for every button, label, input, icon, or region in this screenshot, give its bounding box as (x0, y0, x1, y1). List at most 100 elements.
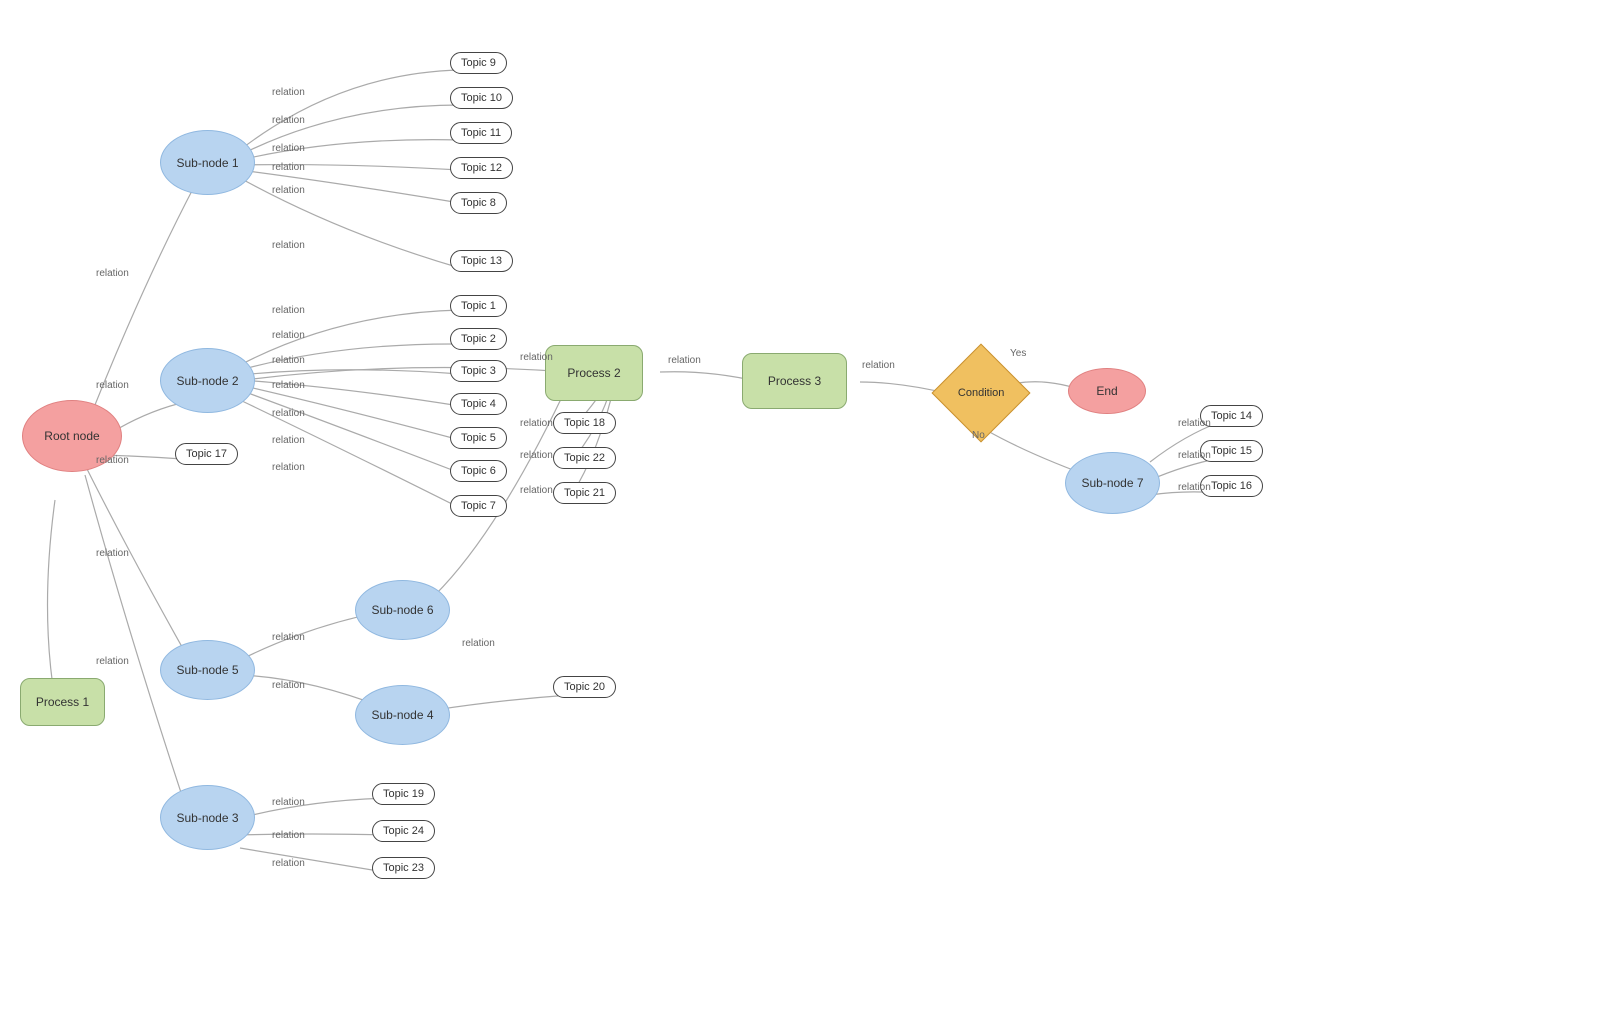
topic-17-label: Topic 17 (186, 448, 227, 460)
diagram: Root node Sub-node 1 Sub-node 2 Sub-node… (0, 0, 1624, 1015)
topic-1-label: Topic 1 (461, 300, 496, 312)
sub-node-2-label: Sub-node 2 (176, 374, 238, 388)
topic-19[interactable]: Topic 19 (372, 783, 435, 805)
topic-22[interactable]: Topic 22 (553, 447, 616, 469)
topic-10-label: Topic 10 (461, 92, 502, 104)
sub-node-5[interactable]: Sub-node 5 (160, 640, 255, 700)
process-3-label: Process 3 (768, 374, 821, 388)
sub-node-4[interactable]: Sub-node 4 (355, 685, 450, 745)
sub-node-1[interactable]: Sub-node 1 (160, 130, 255, 195)
edge-label-proc2-t21: relation (520, 485, 553, 496)
topic-2-label: Topic 2 (461, 333, 496, 345)
edge-label-root-sub2: relation (96, 380, 129, 391)
edge-label-sub5-sub6: relation (272, 632, 305, 643)
topic-12[interactable]: Topic 12 (450, 157, 513, 179)
topic-4[interactable]: Topic 4 (450, 393, 507, 415)
edge-label-sub1-t13: relation (272, 240, 305, 251)
process-1[interactable]: Process 1 (20, 678, 105, 726)
edge-label-sub2-t7: relation (272, 462, 305, 473)
topic-11[interactable]: Topic 11 (450, 122, 512, 144)
topic-10[interactable]: Topic 10 (450, 87, 513, 109)
sub-node-6[interactable]: Sub-node 6 (355, 580, 450, 640)
topic-8-label: Topic 8 (461, 197, 496, 209)
end-label: End (1096, 384, 1117, 398)
edge-label-sub3-t19: relation (272, 797, 305, 808)
topic-21[interactable]: Topic 21 (553, 482, 616, 504)
root-node-label: Root node (44, 429, 99, 443)
edge-label-sub4-t20: relation (462, 638, 495, 649)
topic-7-label: Topic 7 (461, 500, 496, 512)
topic-1[interactable]: Topic 1 (450, 295, 507, 317)
topic-23-label: Topic 23 (383, 862, 424, 874)
process-2[interactable]: Process 2 (545, 345, 643, 401)
edge-label-sub2-t6: relation (272, 435, 305, 446)
topic-13-label: Topic 13 (461, 255, 502, 267)
topic-21-label: Topic 21 (564, 487, 605, 499)
topic-5-label: Topic 5 (461, 432, 496, 444)
edge-label-root-sub1: relation (96, 268, 129, 279)
edge-label-sub1-t10: relation (272, 115, 305, 126)
topic-20[interactable]: Topic 20 (553, 676, 616, 698)
edge-label-sub1-t12: relation (272, 162, 305, 173)
topic-13[interactable]: Topic 13 (450, 250, 513, 272)
topic-5[interactable]: Topic 5 (450, 427, 507, 449)
topic-24-label: Topic 24 (383, 825, 424, 837)
sub-node-1-label: Sub-node 1 (176, 156, 238, 170)
topic-23[interactable]: Topic 23 (372, 857, 435, 879)
end-node[interactable]: End (1068, 368, 1146, 414)
process-3[interactable]: Process 3 (742, 353, 847, 409)
topic-19-label: Topic 19 (383, 788, 424, 800)
edge-label-root-sub5: relation (96, 548, 129, 559)
sub-node-2[interactable]: Sub-node 2 (160, 348, 255, 413)
condition-label: Condition (958, 387, 1004, 399)
topic-18[interactable]: Topic 18 (553, 412, 616, 434)
edge-label-proc3-cond: relation (862, 360, 895, 371)
topic-24[interactable]: Topic 24 (372, 820, 435, 842)
root-node[interactable]: Root node (22, 400, 122, 472)
topic-18-label: Topic 18 (564, 417, 605, 429)
edge-label-proc2-proc3: relation (668, 355, 701, 366)
topic-15[interactable]: Topic 15 (1200, 440, 1263, 462)
edge-label-sub3-t23: relation (272, 858, 305, 869)
topic-6-label: Topic 6 (461, 465, 496, 477)
topic-14[interactable]: Topic 14 (1200, 405, 1263, 427)
sub-node-7[interactable]: Sub-node 7 (1065, 452, 1160, 514)
process-2-label: Process 2 (567, 366, 620, 380)
edge-label-sub1-t8: relation (272, 185, 305, 196)
sub-node-6-label: Sub-node 6 (371, 603, 433, 617)
topic-6[interactable]: Topic 6 (450, 460, 507, 482)
topic-12-label: Topic 12 (461, 162, 502, 174)
edge-label-sub2-t5: relation (272, 408, 305, 419)
topic-17[interactable]: Topic 17 (175, 443, 238, 465)
topic-4-label: Topic 4 (461, 398, 496, 410)
topic-16[interactable]: Topic 16 (1200, 475, 1263, 497)
sub-node-7-label: Sub-node 7 (1081, 476, 1143, 490)
edge-label-cond-yes: Yes (1010, 348, 1026, 359)
edge-label-sub2-t3: relation (272, 355, 305, 366)
edge-label-sub1-t11: relation (272, 143, 305, 154)
edge-label-sub2-t1: relation (272, 305, 305, 316)
topic-14-label: Topic 14 (1211, 410, 1252, 422)
topic-20-label: Topic 20 (564, 681, 605, 693)
sub-node-4-label: Sub-node 4 (371, 708, 433, 722)
edge-label-root-sub3: relation (96, 656, 129, 667)
edge-label-sub2-t4: relation (272, 380, 305, 391)
topic-22-label: Topic 22 (564, 452, 605, 464)
topic-8[interactable]: Topic 8 (450, 192, 507, 214)
edge-label-proc2-t18: relation (520, 418, 553, 429)
sub-node-5-label: Sub-node 5 (176, 663, 238, 677)
topic-3[interactable]: Topic 3 (450, 360, 507, 382)
sub-node-3-label: Sub-node 3 (176, 811, 238, 825)
condition-node[interactable]: Condition (932, 344, 1031, 443)
topic-9[interactable]: Topic 9 (450, 52, 507, 74)
sub-node-3[interactable]: Sub-node 3 (160, 785, 255, 850)
edge-label-sub2-t2: relation (272, 330, 305, 341)
topic-11-label: Topic 11 (461, 127, 501, 139)
topic-2[interactable]: Topic 2 (450, 328, 507, 350)
topic-15-label: Topic 15 (1211, 445, 1252, 457)
edge-label-sub5-sub4: relation (272, 680, 305, 691)
edge-label-sub1-t9: relation (272, 87, 305, 98)
topic-9-label: Topic 9 (461, 57, 496, 69)
topic-3-label: Topic 3 (461, 365, 496, 377)
topic-7[interactable]: Topic 7 (450, 495, 507, 517)
